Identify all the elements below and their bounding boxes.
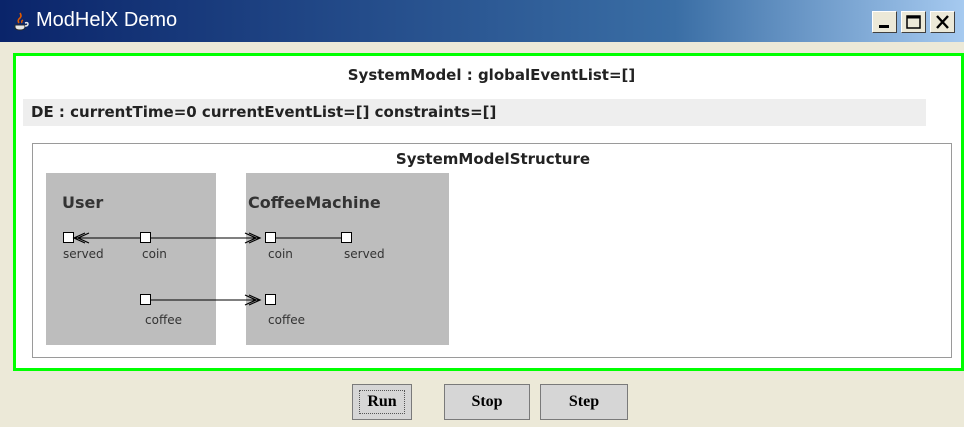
maximize-button[interactable] [901,11,926,33]
title-bar[interactable]: ModHelX Demo [0,0,964,42]
app-window: ModHelX Demo SystemModel : globalEventLi… [0,0,964,427]
java-icon [14,12,29,31]
close-icon [936,15,949,29]
de-status-bar: DE : currentTime=0 currentEventList=[] c… [23,99,926,126]
system-model-structure: SystemModelStructure User served coin co… [32,143,952,358]
run-button[interactable]: Run [352,384,412,420]
system-model-panel: SystemModel : globalEventList=[] DE : cu… [13,53,964,371]
port-connections [72,232,341,306]
maximize-icon [906,15,921,29]
close-button[interactable] [930,11,955,33]
stop-button[interactable]: Stop [444,384,530,420]
minimize-button[interactable] [872,11,897,33]
de-status-text: DE : currentTime=0 currentEventList=[] c… [31,103,497,121]
stop-button-label: Stop [471,393,503,410]
step-button[interactable]: Step [540,384,628,420]
focus-indicator [359,390,405,414]
window-title: ModHelX Demo [36,9,178,31]
step-button-label: Step [568,393,600,410]
minimize-icon [879,25,889,28]
system-model-title: SystemModel : globalEventList=[] [347,66,636,84]
